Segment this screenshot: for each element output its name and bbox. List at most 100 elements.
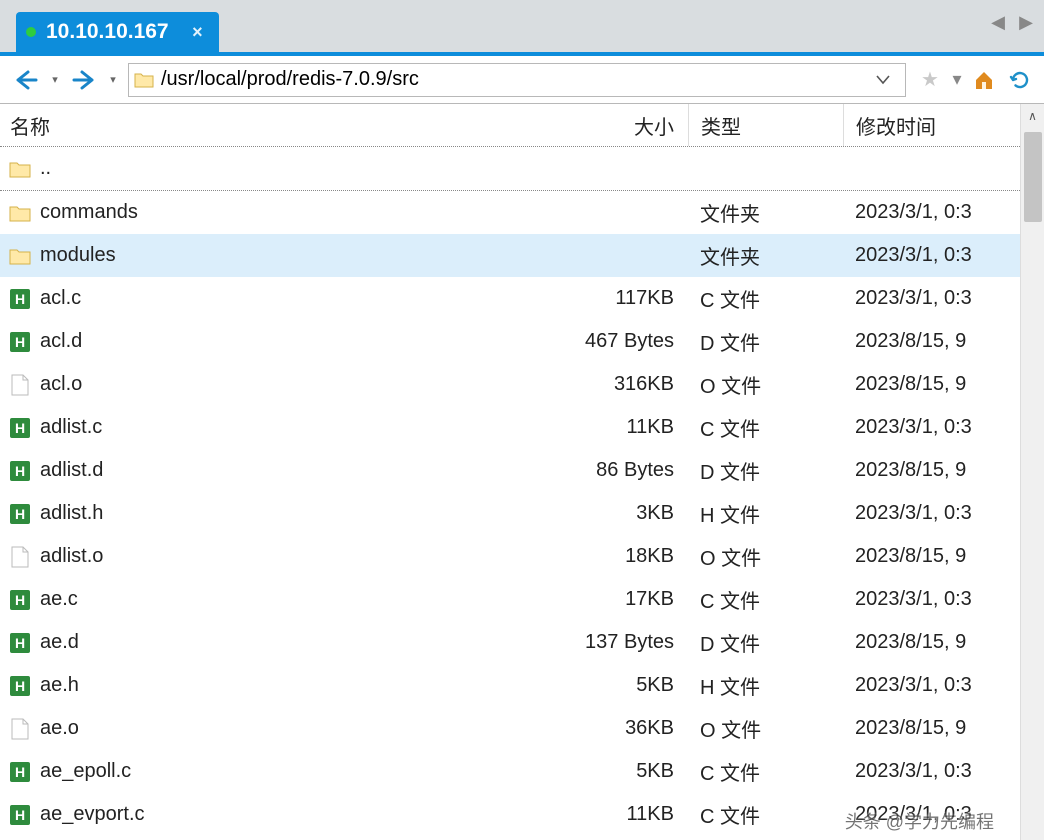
tabs-next-icon[interactable]: ▶ bbox=[1016, 12, 1036, 32]
file-size: 18KB bbox=[512, 545, 688, 568]
file-size: 11KB bbox=[512, 416, 688, 439]
file-size: 36KB bbox=[512, 717, 688, 740]
file-size: 11KB bbox=[512, 803, 688, 826]
file-name: modules bbox=[40, 244, 116, 267]
file-date: 2023/3/1, 0:3 bbox=[843, 760, 1020, 783]
close-icon[interactable]: × bbox=[192, 22, 203, 43]
table-row[interactable]: Hadlist.h3KBH 文件2023/3/1, 0:3 bbox=[0, 492, 1020, 535]
chevron-down-icon[interactable] bbox=[875, 74, 905, 86]
home-button[interactable] bbox=[968, 64, 1000, 96]
svg-text:H: H bbox=[15, 506, 25, 522]
tabs-prev-icon[interactable]: ◀ bbox=[988, 12, 1008, 32]
file-type: H 文件 bbox=[688, 499, 843, 528]
code-file-icon: H bbox=[8, 459, 32, 483]
code-file-icon: H bbox=[8, 760, 32, 784]
back-button[interactable] bbox=[8, 62, 44, 98]
table-row[interactable]: Hadlist.d86 BytesD 文件2023/8/15, 9 bbox=[0, 449, 1020, 492]
file-date: 2023/3/1, 0:3 bbox=[843, 287, 1020, 310]
folder-icon bbox=[8, 201, 32, 225]
code-file-icon: H bbox=[8, 502, 32, 526]
table-row[interactable]: acl.o316KBO 文件2023/8/15, 9 bbox=[0, 363, 1020, 406]
file-size: 3KB bbox=[512, 502, 688, 525]
file-name: ae.o bbox=[40, 717, 79, 740]
code-file-icon: H bbox=[8, 674, 32, 698]
file-type: O 文件 bbox=[688, 714, 843, 743]
table-row[interactable]: Hacl.c 117KBC 文件2023/3/1, 0:3 bbox=[0, 277, 1020, 320]
forward-history-dropdown[interactable]: ▾ bbox=[106, 62, 120, 98]
forward-button[interactable] bbox=[66, 62, 102, 98]
file-type: C 文件 bbox=[688, 284, 843, 313]
table-row[interactable]: commands文件夹2023/3/1, 0:3 bbox=[0, 191, 1020, 234]
file-type: D 文件 bbox=[688, 456, 843, 485]
file-name: adlist.d bbox=[40, 459, 103, 482]
table-row[interactable]: Hae.c17KBC 文件2023/3/1, 0:3 bbox=[0, 578, 1020, 621]
table-row[interactable]: ae.o 36KBO 文件2023/8/15, 9 bbox=[0, 707, 1020, 750]
file-name: acl.c bbox=[40, 287, 81, 310]
file-date: 2023/8/15, 9 bbox=[843, 717, 1020, 740]
svg-text:H: H bbox=[15, 807, 25, 823]
file-name: ae.h bbox=[40, 674, 79, 697]
nav-toolbar: ▾ ▾ ★ ▾ bbox=[0, 56, 1044, 104]
svg-text:H: H bbox=[15, 420, 25, 436]
code-file-icon: H bbox=[8, 631, 32, 655]
file-size: 467 Bytes bbox=[512, 330, 688, 353]
code-file-icon: H bbox=[8, 287, 32, 311]
scroll-thumb[interactable] bbox=[1024, 132, 1042, 222]
file-date: 2023/3/1, 0:3 bbox=[843, 674, 1020, 697]
file-type: H 文件 bbox=[688, 671, 843, 700]
file-type: C 文件 bbox=[688, 800, 843, 829]
file-type: D 文件 bbox=[688, 628, 843, 657]
tab-active[interactable]: 10.10.10.167 × bbox=[16, 12, 219, 52]
file-type: O 文件 bbox=[688, 370, 843, 399]
scroll-up-icon[interactable]: ∧ bbox=[1021, 104, 1044, 128]
status-dot-icon bbox=[26, 27, 36, 37]
bookmark-dropdown[interactable]: ▾ bbox=[950, 64, 964, 96]
address-bar[interactable] bbox=[128, 63, 906, 97]
file-name: ae.c bbox=[40, 588, 78, 611]
header-size[interactable]: 大小 bbox=[512, 111, 688, 140]
scrollbar[interactable]: ∧ bbox=[1020, 104, 1044, 840]
parent-dir-row[interactable]: .. bbox=[0, 147, 1020, 191]
star-icon: ★ bbox=[921, 67, 939, 92]
code-file-icon: H bbox=[8, 416, 32, 440]
back-history-dropdown[interactable]: ▾ bbox=[48, 62, 62, 98]
file-type: C 文件 bbox=[688, 413, 843, 442]
file-date: 2023/3/1, 0:3 bbox=[843, 244, 1020, 267]
file-type: C 文件 bbox=[688, 585, 843, 614]
header-type[interactable]: 类型 bbox=[688, 104, 843, 146]
svg-text:H: H bbox=[15, 463, 25, 479]
refresh-button[interactable] bbox=[1004, 64, 1036, 96]
file-size: 117KB bbox=[512, 287, 688, 310]
file-type: 文件夹 bbox=[688, 198, 843, 227]
file-name: .. bbox=[40, 157, 51, 180]
table-row[interactable]: Hae_epoll.c5KBC 文件2023/3/1, 0:3 bbox=[0, 750, 1020, 793]
file-size: 316KB bbox=[512, 373, 688, 396]
header-name[interactable]: 名称 bbox=[0, 111, 512, 140]
file-size: 5KB bbox=[512, 674, 688, 697]
table-row[interactable]: Hae.d137 BytesD 文件2023/8/15, 9 bbox=[0, 621, 1020, 664]
folder-icon bbox=[133, 69, 155, 91]
table-row[interactable]: adlist.o18KBO 文件2023/8/15, 9 bbox=[0, 535, 1020, 578]
table-row[interactable]: Hadlist.c11KBC 文件2023/3/1, 0:3 bbox=[0, 406, 1020, 449]
folder-icon bbox=[8, 157, 32, 181]
svg-text:H: H bbox=[15, 334, 25, 350]
file-date: 2023/8/15, 9 bbox=[843, 631, 1020, 654]
file-size: 137 Bytes bbox=[512, 631, 688, 654]
address-input[interactable] bbox=[155, 68, 875, 91]
code-file-icon: H bbox=[8, 330, 32, 354]
code-file-icon: H bbox=[8, 588, 32, 612]
header-date[interactable]: 修改时间 bbox=[843, 104, 1020, 146]
folder-icon bbox=[8, 244, 32, 268]
table-row[interactable]: Hacl.d467 BytesD 文件2023/8/15, 9 bbox=[0, 320, 1020, 363]
svg-text:H: H bbox=[15, 291, 25, 307]
file-date: 2023/8/15, 9 bbox=[843, 459, 1020, 482]
file-name: ae_epoll.c bbox=[40, 760, 131, 783]
tab-bar: 10.10.10.167 × ◀ ▶ bbox=[0, 0, 1044, 56]
file-date: 2023/8/15, 9 bbox=[843, 545, 1020, 568]
table-row[interactable]: Hae.h 5KBH 文件2023/3/1, 0:3 bbox=[0, 664, 1020, 707]
table-row[interactable]: modules 文件夹2023/3/1, 0:3 bbox=[0, 234, 1020, 277]
file-date: 2023/8/15, 9 bbox=[843, 330, 1020, 353]
table-row[interactable]: Hae_evport.c11KBC 文件2023/3/1, 0:3 bbox=[0, 793, 1020, 836]
bookmark-button[interactable]: ★ bbox=[914, 64, 946, 96]
file-type: 文件夹 bbox=[688, 241, 843, 270]
